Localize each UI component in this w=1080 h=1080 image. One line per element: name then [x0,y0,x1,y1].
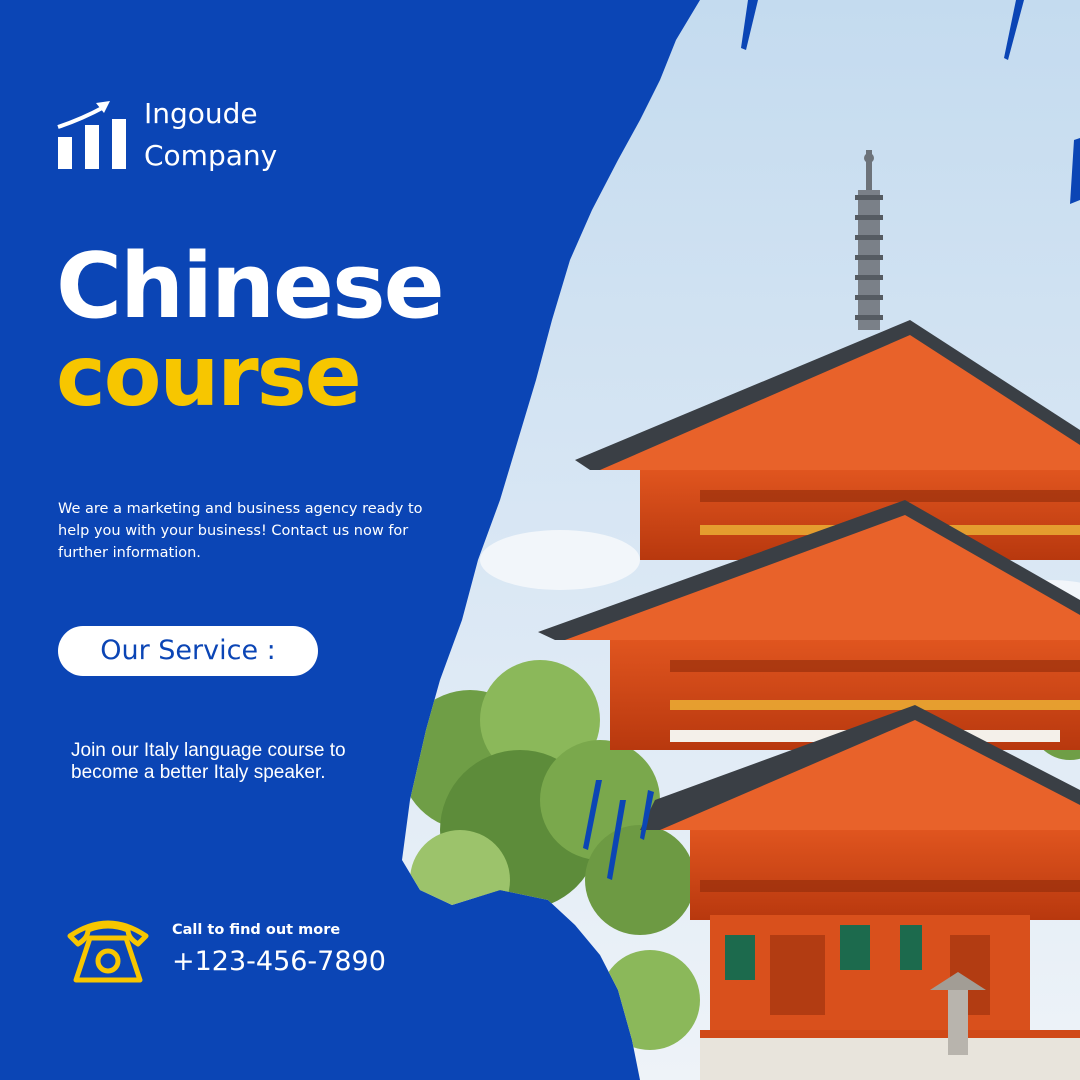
bar-chart-growth-icon [57,101,126,169]
company-name-line1: Ingoude [144,97,258,130]
service-description: Join our Italy language course to become… [71,740,346,783]
company-name: Ingoude Company [144,93,277,177]
company-logo: Ingoude Company [56,93,277,177]
headline: Chinese course [56,234,445,425]
company-name-line2: Company [144,139,278,172]
promo-poster: Ingoude Company Chinese course We are a … [0,0,1080,1080]
phone-number[interactable]: +123-456-7890 [172,945,386,979]
our-service-pill: Our Service : [58,626,318,676]
call-label: Call to find out more [172,922,341,938]
description: We are a marketing and business agency r… [58,501,423,561]
headline-line2: course [56,327,362,425]
telephone-icon [67,920,149,983]
headline-line1: Chinese [56,234,445,339]
contact-block: Call to find out more +123-456-7890 [64,914,386,986]
